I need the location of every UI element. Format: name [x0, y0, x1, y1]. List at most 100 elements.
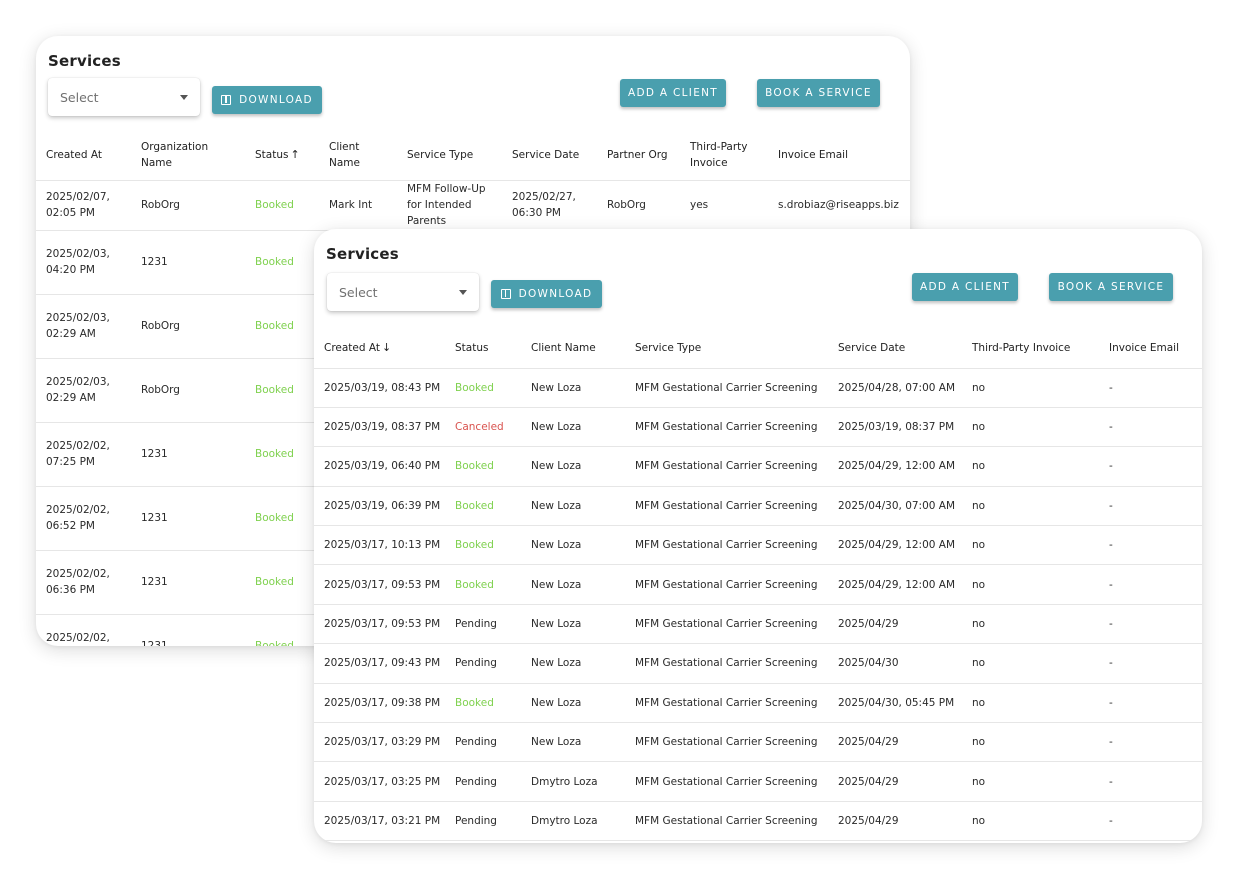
download-button[interactable]: DOWNLOAD: [491, 280, 602, 308]
download-button[interactable]: DOWNLOAD: [212, 86, 322, 114]
table-row[interactable]: 2025/03/17, 03:21 PM Pending Dmytro Loza MF…: [314, 801, 1202, 842]
column-header[interactable]: Service Date: [828, 328, 962, 369]
column-header[interactable]: Client Name: [319, 130, 397, 181]
table-row[interactable]: 2025/03/17, 03:25 PM Pending Dmytro Loza MF…: [314, 761, 1202, 802]
column-header[interactable]: Third-Party Invoice: [962, 328, 1099, 369]
table-row[interactable]: 2025/03/19, 08:37 PM Canceled New Loza MFM …: [314, 407, 1202, 448]
add-client-label: ADD A CLIENT: [628, 87, 718, 99]
cell-status: Booked: [245, 358, 319, 423]
filter-select[interactable]: Select: [327, 273, 479, 311]
cell-status: Booked: [245, 180, 319, 231]
filter-select[interactable]: Select: [48, 78, 200, 116]
column-header[interactable]: Status: [445, 328, 521, 369]
book-service-button[interactable]: BOOK A SERVICE: [1049, 273, 1173, 301]
cell-client: New Loza: [521, 446, 625, 487]
column-header[interactable]: Organization Name: [131, 130, 245, 181]
cell-service-type: MFM Gestational Carrier Screening: [625, 564, 828, 605]
column-header-created-at[interactable]: Created At ↓: [314, 328, 445, 369]
column-header[interactable]: Client Name: [521, 328, 625, 369]
cell-organization: RobOrg: [131, 358, 245, 423]
cell-created-at: 2025/03/17, 09:38 PM: [314, 683, 445, 724]
cell-invoice-email: -: [1099, 604, 1202, 645]
column-header[interactable]: Third-Party Invoice: [680, 130, 768, 181]
cell-invoice-email: -: [1099, 486, 1202, 527]
cell-created-at: 2025/02/02, 06:30 PM: [36, 614, 131, 646]
page-title: Services: [326, 245, 399, 263]
cell-service-date: 2025/04/30, 07:00 AM: [828, 486, 962, 527]
table-row[interactable]: 2025/02/07, 02:05 PM RobOrg Booked Mark Int…: [36, 180, 910, 231]
cell-created-at: 2025/02/02, 07:25 PM: [36, 422, 131, 487]
download-label: DOWNLOAD: [518, 288, 593, 300]
cell-client: Dmytro Loza: [521, 801, 625, 842]
cell-organization: 1231: [131, 614, 245, 646]
cell-service-type: MFM Gestational Carrier Screening: [625, 761, 828, 802]
cell-status: Pending: [445, 722, 521, 763]
table-row[interactable]: 2025/03/17, 03:29 PM Pending New Loza MFM G…: [314, 722, 1202, 763]
cell-status: Booked: [245, 422, 319, 487]
cell-third-party-invoice: no: [962, 407, 1099, 448]
cell-organization: 1231: [131, 230, 245, 295]
cell-client: New Loza: [521, 525, 625, 566]
cell-service-type: MFM Gestational Carrier Screening: [625, 407, 828, 448]
table-row[interactable]: 2025/03/19, 06:39 PM Booked New Loza MFM Ge…: [314, 486, 1202, 527]
table-row[interactable]: 2025/03/17, 10:13 PM Booked New Loza MFM Ge…: [314, 525, 1202, 566]
cell-service-type: MFM Gestational Carrier Screening: [625, 368, 828, 408]
column-header[interactable]: Partner Org: [597, 130, 680, 181]
cell-service-type: MFM Follow-Up for Intended Parents: [397, 180, 502, 231]
cell-client: Mark Int: [319, 180, 397, 231]
cell-third-party-invoice: yes: [680, 180, 768, 231]
cell-invoice-email: -: [1099, 761, 1202, 802]
table-row[interactable]: 2025/03/17, 09:43 PM Pending New Loza MFM G…: [314, 643, 1202, 684]
cell-third-party-invoice: no: [962, 643, 1099, 684]
column-header[interactable]: Service Type: [625, 328, 828, 369]
column-header[interactable]: Invoice Email: [768, 130, 910, 181]
column-header[interactable]: Invoice Email: [1099, 328, 1202, 369]
cell-service-date: 2025/04/29: [828, 801, 962, 842]
cell-created-at: 2025/02/02, 06:36 PM: [36, 550, 131, 615]
cell-service-type: MFM Gestational Carrier Screening: [625, 525, 828, 566]
cell-invoice-email: -: [1099, 564, 1202, 605]
column-header[interactable]: Created At: [36, 130, 131, 181]
cell-created-at: 2025/03/19, 06:40 PM: [314, 446, 445, 487]
cell-status: Booked: [245, 550, 319, 615]
cell-service-date: 2025/04/29, 12:00 AM: [828, 525, 962, 566]
cell-service-type: MFM Gestational Carrier Screening: [625, 604, 828, 645]
column-header[interactable]: Service Type: [397, 130, 502, 181]
cell-client: New Loza: [521, 683, 625, 724]
cell-third-party-invoice: no: [962, 486, 1099, 527]
table-row[interactable]: 2025/03/19, 08:43 PM Booked New Loza MFM Ge…: [314, 368, 1202, 408]
table-row[interactable]: 2025/03/17, 09:53 PM Pending New Loza MFM G…: [314, 604, 1202, 645]
table-row[interactable]: 2025/03/17, 09:53 PM Booked New Loza MFM Ge…: [314, 564, 1202, 605]
column-header[interactable]: Service Date: [502, 130, 597, 181]
column-header-status[interactable]: Status ↑: [245, 130, 319, 181]
cell-created-at: 2025/03/17, 03:21 PM: [314, 801, 445, 842]
cell-service-date: 2025/04/29: [828, 604, 962, 645]
book-service-label: BOOK A SERVICE: [765, 87, 872, 99]
cell-created-at: 2025/02/03, 02:29 AM: [36, 294, 131, 359]
add-client-button[interactable]: ADD A CLIENT: [620, 79, 726, 107]
book-service-button[interactable]: BOOK A SERVICE: [757, 79, 880, 107]
book-service-label: BOOK A SERVICE: [1057, 281, 1165, 293]
cell-client: New Loza: [521, 564, 625, 605]
cell-status: Pending: [445, 761, 521, 802]
cell-third-party-invoice: no: [962, 368, 1099, 408]
cell-service-type: MFM Gestational Carrier Screening: [625, 683, 828, 724]
cell-client: New Loza: [521, 643, 625, 684]
cell-status: Booked: [245, 230, 319, 295]
cell-created-at: 2025/02/03, 02:29 AM: [36, 358, 131, 423]
cell-status: Booked: [445, 683, 521, 724]
table-row[interactable]: 2025/03/17, 09:38 PM Booked New Loza MFM Ge…: [314, 683, 1202, 724]
cell-client: New Loza: [521, 722, 625, 763]
cell-status: Pending: [445, 604, 521, 645]
cell-organization: 1231: [131, 486, 245, 551]
chevron-down-icon: [180, 94, 188, 100]
table-row[interactable]: 2025/03/19, 06:40 PM Booked New Loza MFM Ge…: [314, 446, 1202, 487]
cell-client: New Loza: [521, 486, 625, 527]
cell-invoice-email: -: [1099, 722, 1202, 763]
cell-service-date: 2025/03/19, 08:37 PM: [828, 407, 962, 448]
cell-status: Booked: [245, 486, 319, 551]
cell-invoice-email: -: [1099, 683, 1202, 724]
add-client-button[interactable]: ADD A CLIENT: [912, 273, 1018, 301]
cell-status: Booked: [445, 564, 521, 605]
cell-service-type: MFM Gestational Carrier Screening: [625, 722, 828, 763]
